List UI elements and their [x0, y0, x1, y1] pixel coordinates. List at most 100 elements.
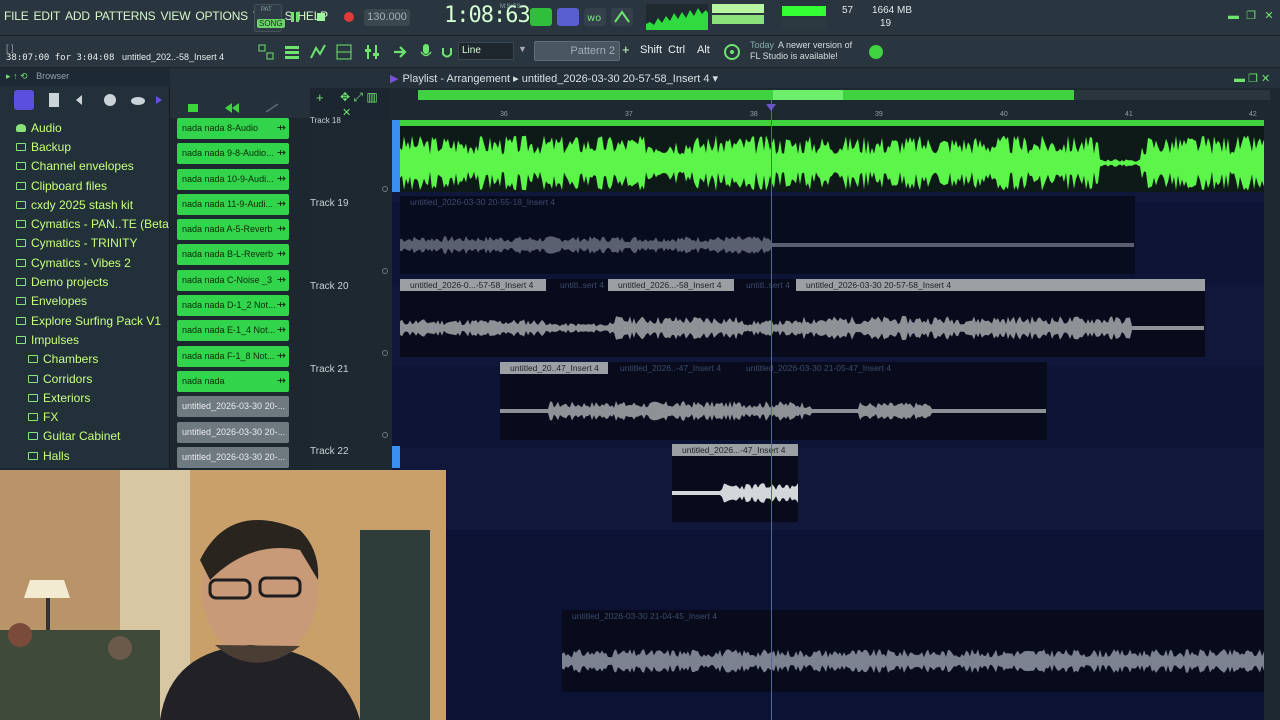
browser-cloud-tab-icon[interactable]	[128, 90, 148, 110]
stop-button[interactable]	[312, 8, 330, 26]
track-20-mute[interactable]	[382, 350, 388, 356]
metronome-icon[interactable]	[611, 8, 633, 26]
vertical-scrollbar[interactable]	[1264, 120, 1280, 720]
record-button[interactable]	[340, 8, 358, 26]
browser-item[interactable]: Guitar Cabinet	[0, 427, 170, 446]
browser-item[interactable]: Clipboard files	[0, 176, 170, 195]
tempo-display[interactable]: 130.000	[364, 9, 410, 26]
track-19-label[interactable]: Track 19	[310, 198, 349, 209]
picker-item[interactable]: nada nada D-1_2 Not... ⇸	[177, 295, 289, 317]
clip-track22[interactable]: untitled_2026...-47_Insert 4	[672, 444, 798, 522]
online-icon[interactable]	[866, 42, 886, 62]
clip-track19[interactable]: untitled_2026-03-30 20-55-18_Insert 4	[400, 196, 1135, 274]
lane-22[interactable]	[392, 448, 1264, 530]
picker-item[interactable]: nada nada 9-8-Audio... ⇸	[177, 143, 289, 165]
playhead-marker-icon[interactable]	[766, 104, 776, 111]
pattern-song-toggle[interactable]: PAT SONG	[254, 4, 285, 32]
overview-scrollbar[interactable]	[418, 90, 1074, 100]
snap-select[interactable]: Line	[458, 42, 514, 60]
typing-keyboard-icon[interactable]	[530, 8, 552, 26]
browser-all-tab-icon[interactable]	[14, 90, 34, 110]
menu-edit[interactable]: EDIT	[34, 9, 61, 23]
browser-project-tab-icon[interactable]	[44, 90, 64, 110]
browser-item[interactable]: Audio	[0, 118, 170, 137]
blend-notes-icon[interactable]: wo	[584, 8, 606, 26]
restore-icon[interactable]: ❐	[1246, 11, 1256, 22]
pattern-select[interactable]: Pattern 2	[534, 41, 620, 61]
add-pattern-icon[interactable]: +	[622, 42, 630, 57]
mixer-icon[interactable]	[362, 42, 382, 62]
browser-item[interactable]: Exteriors	[0, 388, 170, 407]
piano-roll-icon[interactable]	[308, 42, 328, 62]
browser-plugins-tab-icon[interactable]	[72, 90, 92, 110]
track-22-label[interactable]: Track 22	[310, 446, 349, 457]
clip-track24[interactable]: untitled_2026-03-30 21-04-45_Insert 4	[562, 610, 1264, 692]
browser-item[interactable]: FX	[0, 407, 170, 426]
playhead[interactable]	[771, 100, 772, 720]
track-19-mute[interactable]	[382, 268, 388, 274]
step-edit-icon[interactable]	[557, 8, 579, 26]
add-track-icon[interactable]: +	[316, 90, 324, 105]
browser-item[interactable]: Corridors	[0, 369, 170, 388]
picker-item[interactable]: nada nada 11-9-Audi... ⇸	[177, 193, 289, 215]
track-18-label[interactable]: Track 18	[310, 116, 341, 125]
menu-file[interactable]: FILE	[4, 9, 29, 23]
track-21-label[interactable]: Track 21	[310, 364, 349, 375]
browser-item[interactable]: Cymatics - Vibes 2	[0, 253, 170, 272]
news-icon[interactable]	[722, 42, 742, 62]
picker-item[interactable]: nada nada F-1_8 Not... ⇸	[177, 345, 289, 367]
playlist-title[interactable]: ▶ Playlist - Arrangement ▸ untitled_2026-…	[390, 72, 718, 85]
close-icon[interactable]: ✕	[1264, 11, 1274, 22]
clip-track20[interactable]: untitled_2026-0...-57-58_Insert 4 untitl…	[400, 279, 1205, 357]
picker-item[interactable]: untitled_2026-03-30 20-...	[177, 396, 289, 418]
menu-patterns[interactable]: PATTERNS	[95, 9, 156, 23]
ctrl-key[interactable]: Ctrl	[668, 44, 685, 56]
menu-options[interactable]: OPTIONS	[195, 9, 248, 23]
menu-add[interactable]: ADD	[65, 9, 90, 23]
picker-item[interactable]: nada nada A-5-Reverb ⇸	[177, 219, 289, 241]
arrange-icon[interactable]	[256, 42, 276, 62]
magnet-icon[interactable]	[440, 42, 454, 62]
picker-item[interactable]: untitled_2026-03-30 20-...	[177, 446, 289, 468]
browser-item[interactable]: Chambers	[0, 350, 170, 369]
browser-item[interactable]: Impulses	[0, 330, 170, 349]
playlist-icon[interactable]	[282, 42, 302, 62]
picker-item[interactable]: nada nada E-1_4 Not... ⇸	[177, 320, 289, 342]
browser-item[interactable]: Demo projects	[0, 272, 170, 291]
browser-item[interactable]: Channel envelopes	[0, 157, 170, 176]
picker-item[interactable]: nada nada ⇸	[177, 370, 289, 392]
picker-item[interactable]: nada nada B-L-Reverb ⇸	[177, 244, 289, 266]
minimize-icon[interactable]: ▬	[1228, 11, 1239, 22]
picker-item[interactable]: nada nada 10-9-Audi... ⇸	[177, 168, 289, 190]
plugin-picker-icon[interactable]	[390, 42, 410, 62]
track-18-mute[interactable]	[382, 186, 388, 192]
clip-track21[interactable]: untitled_20..47_Insert 4 untitled_2026..…	[500, 362, 1047, 440]
browser-item[interactable]: Backup	[0, 137, 170, 156]
browser-next-icon[interactable]	[154, 90, 164, 110]
browser-item[interactable]: Halls	[0, 446, 170, 465]
picker-item[interactable]: nada nada C-Noise _3 ⇸	[177, 269, 289, 291]
news-panel[interactable]: Today A newer version of FL Studio is ava…	[750, 40, 852, 62]
browser-item[interactable]: Cymatics - PAN..TE (Beta Pack)	[0, 214, 203, 233]
track-21-mute[interactable]	[382, 432, 388, 438]
overview-viewport[interactable]	[773, 90, 843, 100]
playlist-window-controls[interactable]: ▬ ❐ ✕	[1234, 72, 1270, 85]
picker-item[interactable]: untitled_2026-03-30 20-...	[177, 421, 289, 443]
picker-item[interactable]: nada nada 8-Audio ⇸	[177, 118, 289, 139]
browser-item[interactable]: Envelopes	[0, 292, 170, 311]
track-20-label[interactable]: Track 20	[310, 281, 349, 292]
browser-item[interactable]: Explore Surfing Pack V1	[0, 311, 170, 330]
pause-button[interactable]	[286, 8, 304, 26]
menu-view[interactable]: VIEW	[160, 9, 190, 23]
browser-item[interactable]: Cymatics - TRINITY	[0, 234, 170, 253]
alt-key[interactable]: Alt	[697, 44, 710, 56]
snap-dropdown-icon[interactable]: ▼	[518, 44, 527, 54]
shift-key[interactable]: Shift	[640, 44, 662, 56]
browser-item[interactable]: cxdy 2025 stash kit	[0, 195, 170, 214]
browser-arrows-icon[interactable]: ▸ ↑ ⟲	[6, 71, 28, 81]
channel-rack-icon[interactable]	[334, 42, 354, 62]
clip-track18[interactable]	[400, 120, 1264, 192]
browser-global-tab-icon[interactable]	[100, 90, 120, 110]
zoom-icon[interactable]: ✕	[342, 106, 351, 119]
playlist-tool-icons[interactable]: ✥ ⤢ ▥	[340, 90, 378, 105]
